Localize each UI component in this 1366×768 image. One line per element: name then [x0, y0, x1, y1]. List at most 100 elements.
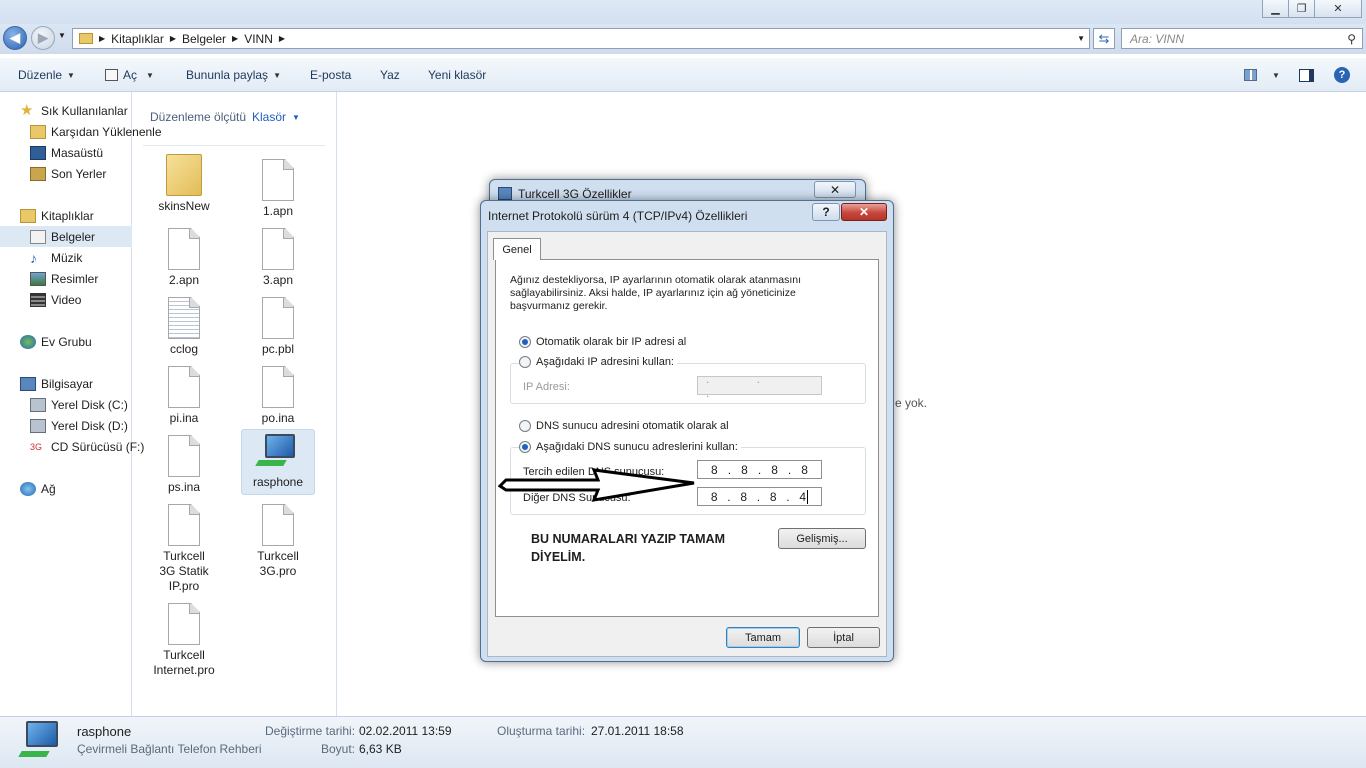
email-button[interactable]: E-posta: [310, 58, 351, 92]
file-name: rasphone: [252, 475, 304, 489]
cd-drive-icon: 3G: [30, 441, 43, 452]
address-bar[interactable]: ▶ Kitaplıklar ▶ Belgeler ▶ VINN ▶ ▼: [72, 28, 1090, 49]
file-item[interactable]: po.ina: [240, 366, 316, 426]
file-name: ps.ina: [167, 480, 201, 494]
cancel-button[interactable]: İptal: [807, 627, 880, 648]
file-item[interactable]: skinsNew: [146, 154, 222, 214]
minimize-icon: ▁: [1271, 3, 1280, 15]
help-button[interactable]: ?: [1334, 58, 1350, 92]
file-item[interactable]: 3.apn: [240, 228, 316, 288]
close-button[interactable]: ✕: [814, 181, 856, 198]
tab-general[interactable]: Genel: [493, 238, 541, 260]
ipv4-properties-dialog: Internet Protokolü sürüm 4 (TCP/IPv4) Öz…: [480, 200, 894, 662]
file-item[interactable]: cclog: [146, 297, 222, 357]
nav-label: Son Yerler: [51, 166, 107, 181]
created-value: 27.01.2011 18:58: [591, 724, 684, 738]
nav-label: Kitaplıklar: [41, 208, 94, 223]
recent-places-icon: [30, 166, 46, 181]
ip-address-input[interactable]: . . .: [697, 372, 822, 400]
ok-button[interactable]: Tamam: [726, 627, 800, 648]
chevron-down-icon: ▼: [67, 70, 75, 80]
help-button[interactable]: ?: [812, 203, 840, 221]
close-button[interactable]: ✕: [841, 203, 887, 221]
file-item[interactable]: 1.apn: [240, 159, 316, 219]
dialup-connection-icon: [255, 434, 299, 472]
file-item[interactable]: 2.apn: [146, 228, 222, 288]
file-item[interactable]: pc.pbl: [240, 297, 316, 357]
file-name: pi.ina: [169, 411, 199, 425]
address-dropdown-icon[interactable]: ▼: [1077, 34, 1085, 43]
breadcrumb-separator-icon: ▶: [232, 34, 239, 43]
details-name: rasphone: [77, 724, 132, 739]
print-button[interactable]: Yaz: [380, 58, 400, 92]
arrow-annotation-icon: [498, 468, 695, 502]
maximize-button[interactable]: ❐: [1288, 0, 1315, 18]
nav-documents[interactable]: Belgeler: [0, 226, 132, 247]
file-item[interactable]: ps.ina: [146, 435, 222, 495]
new-folder-button[interactable]: Yeni klasör: [428, 58, 486, 92]
dialog-body: Genel Ağınız destekliyorsa, IP ayarların…: [487, 231, 887, 657]
search-input[interactable]: Ara: VINN ⚲: [1121, 28, 1363, 49]
file-name: Turkcell Internet.pro: [153, 648, 215, 677]
breadcrumb-kitapliklar[interactable]: Kitaplıklar: [111, 32, 164, 46]
refresh-button[interactable]: ⇆: [1093, 28, 1115, 49]
manual-dns-option[interactable]: Aşağıdaki DNS sunucu adreslerini kullan:: [519, 441, 741, 453]
file-icon: [168, 435, 200, 477]
file-list: Düzenleme ölçütü Klasör ▼ skinsNew 1.apn …: [133, 92, 337, 716]
file-icon: [168, 504, 200, 546]
forward-button[interactable]: ▶: [31, 26, 55, 50]
minimize-button[interactable]: ▁: [1262, 0, 1289, 18]
back-button[interactable]: ◀: [3, 26, 27, 50]
arrange-by-dropdown[interactable]: Klasör ▼: [252, 110, 300, 124]
advanced-label: Gelişmiş...: [796, 532, 848, 545]
details-pane: rasphone Çevirmeli Bağlantı Telefon Rehb…: [0, 716, 1366, 768]
created-label: Oluşturma tarihi:: [497, 724, 586, 738]
star-icon: ★: [20, 101, 34, 119]
octet: 8: [741, 462, 748, 477]
hard-disk-icon: [30, 397, 46, 412]
preferred-dns-input[interactable]: 8. 8. 8. 8: [697, 460, 822, 479]
description-text: Ağınız destekliyorsa, IP ayarlarının oto…: [510, 274, 802, 312]
auto-ip-option[interactable]: Otomatik olarak bir IP adresi al: [519, 336, 686, 348]
option-label: Aşağıdaki IP adresini kullan:: [536, 356, 674, 368]
preview-pane-button[interactable]: [1299, 58, 1314, 92]
search-icon: ⚲: [1347, 31, 1356, 46]
file-item[interactable]: Turkcell 3G Statik IP.pro: [146, 504, 222, 594]
auto-dns-option[interactable]: DNS sunucu adresini otomatik olarak al: [519, 420, 729, 432]
radio-unselected-icon: [519, 420, 531, 432]
open-button[interactable]: Aç ▼: [105, 58, 154, 92]
nav-label: Müzik: [51, 250, 83, 265]
open-label: Aç: [123, 68, 138, 82]
close-window-button[interactable]: ✕: [1314, 0, 1362, 18]
view-options-button[interactable]: ▼: [1244, 58, 1280, 92]
file-icon: [262, 297, 294, 339]
divider: [143, 145, 325, 146]
recent-pages-dropdown[interactable]: ▼: [58, 31, 66, 40]
share-button[interactable]: Bununla paylaş ▼: [186, 58, 281, 92]
ip-dots: . . .: [706, 371, 783, 400]
organize-button[interactable]: Düzenle ▼: [18, 58, 75, 92]
octet: 8: [771, 462, 778, 477]
breadcrumb-vinn[interactable]: VINN: [244, 32, 273, 46]
radio-selected-icon: [519, 336, 531, 348]
option-label: DNS sunucu adresini otomatik olarak al: [536, 420, 729, 432]
file-item[interactable]: Turkcell 3G.pro: [240, 504, 316, 579]
ok-label: Tamam: [744, 631, 782, 644]
close-icon: ✕: [829, 182, 841, 197]
file-icon: [262, 159, 294, 201]
arrange-value: Klasör: [252, 110, 287, 124]
file-item[interactable]: Turkcell Internet.pro: [146, 603, 222, 678]
file-item[interactable]: pi.ina: [146, 366, 222, 426]
alternate-dns-input[interactable]: 8. 8. 8. 4: [697, 487, 822, 506]
nav-label: Masaüstü: [51, 145, 104, 160]
empty-pane-message: e yok.: [895, 396, 928, 410]
advanced-button[interactable]: Gelişmiş...: [778, 528, 866, 549]
file-name: Turkcell 3G Statik IP.pro: [159, 549, 209, 593]
open-icon: [105, 69, 118, 81]
connection-icon: [498, 187, 512, 200]
breadcrumb-belgeler[interactable]: Belgeler: [182, 32, 226, 46]
file-item-selected[interactable]: rasphone: [241, 429, 315, 495]
manual-ip-option[interactable]: Aşağıdaki IP adresini kullan:: [519, 356, 677, 368]
nav-label: Yerel Disk (C:): [51, 397, 128, 412]
libraries-icon: [20, 208, 36, 223]
